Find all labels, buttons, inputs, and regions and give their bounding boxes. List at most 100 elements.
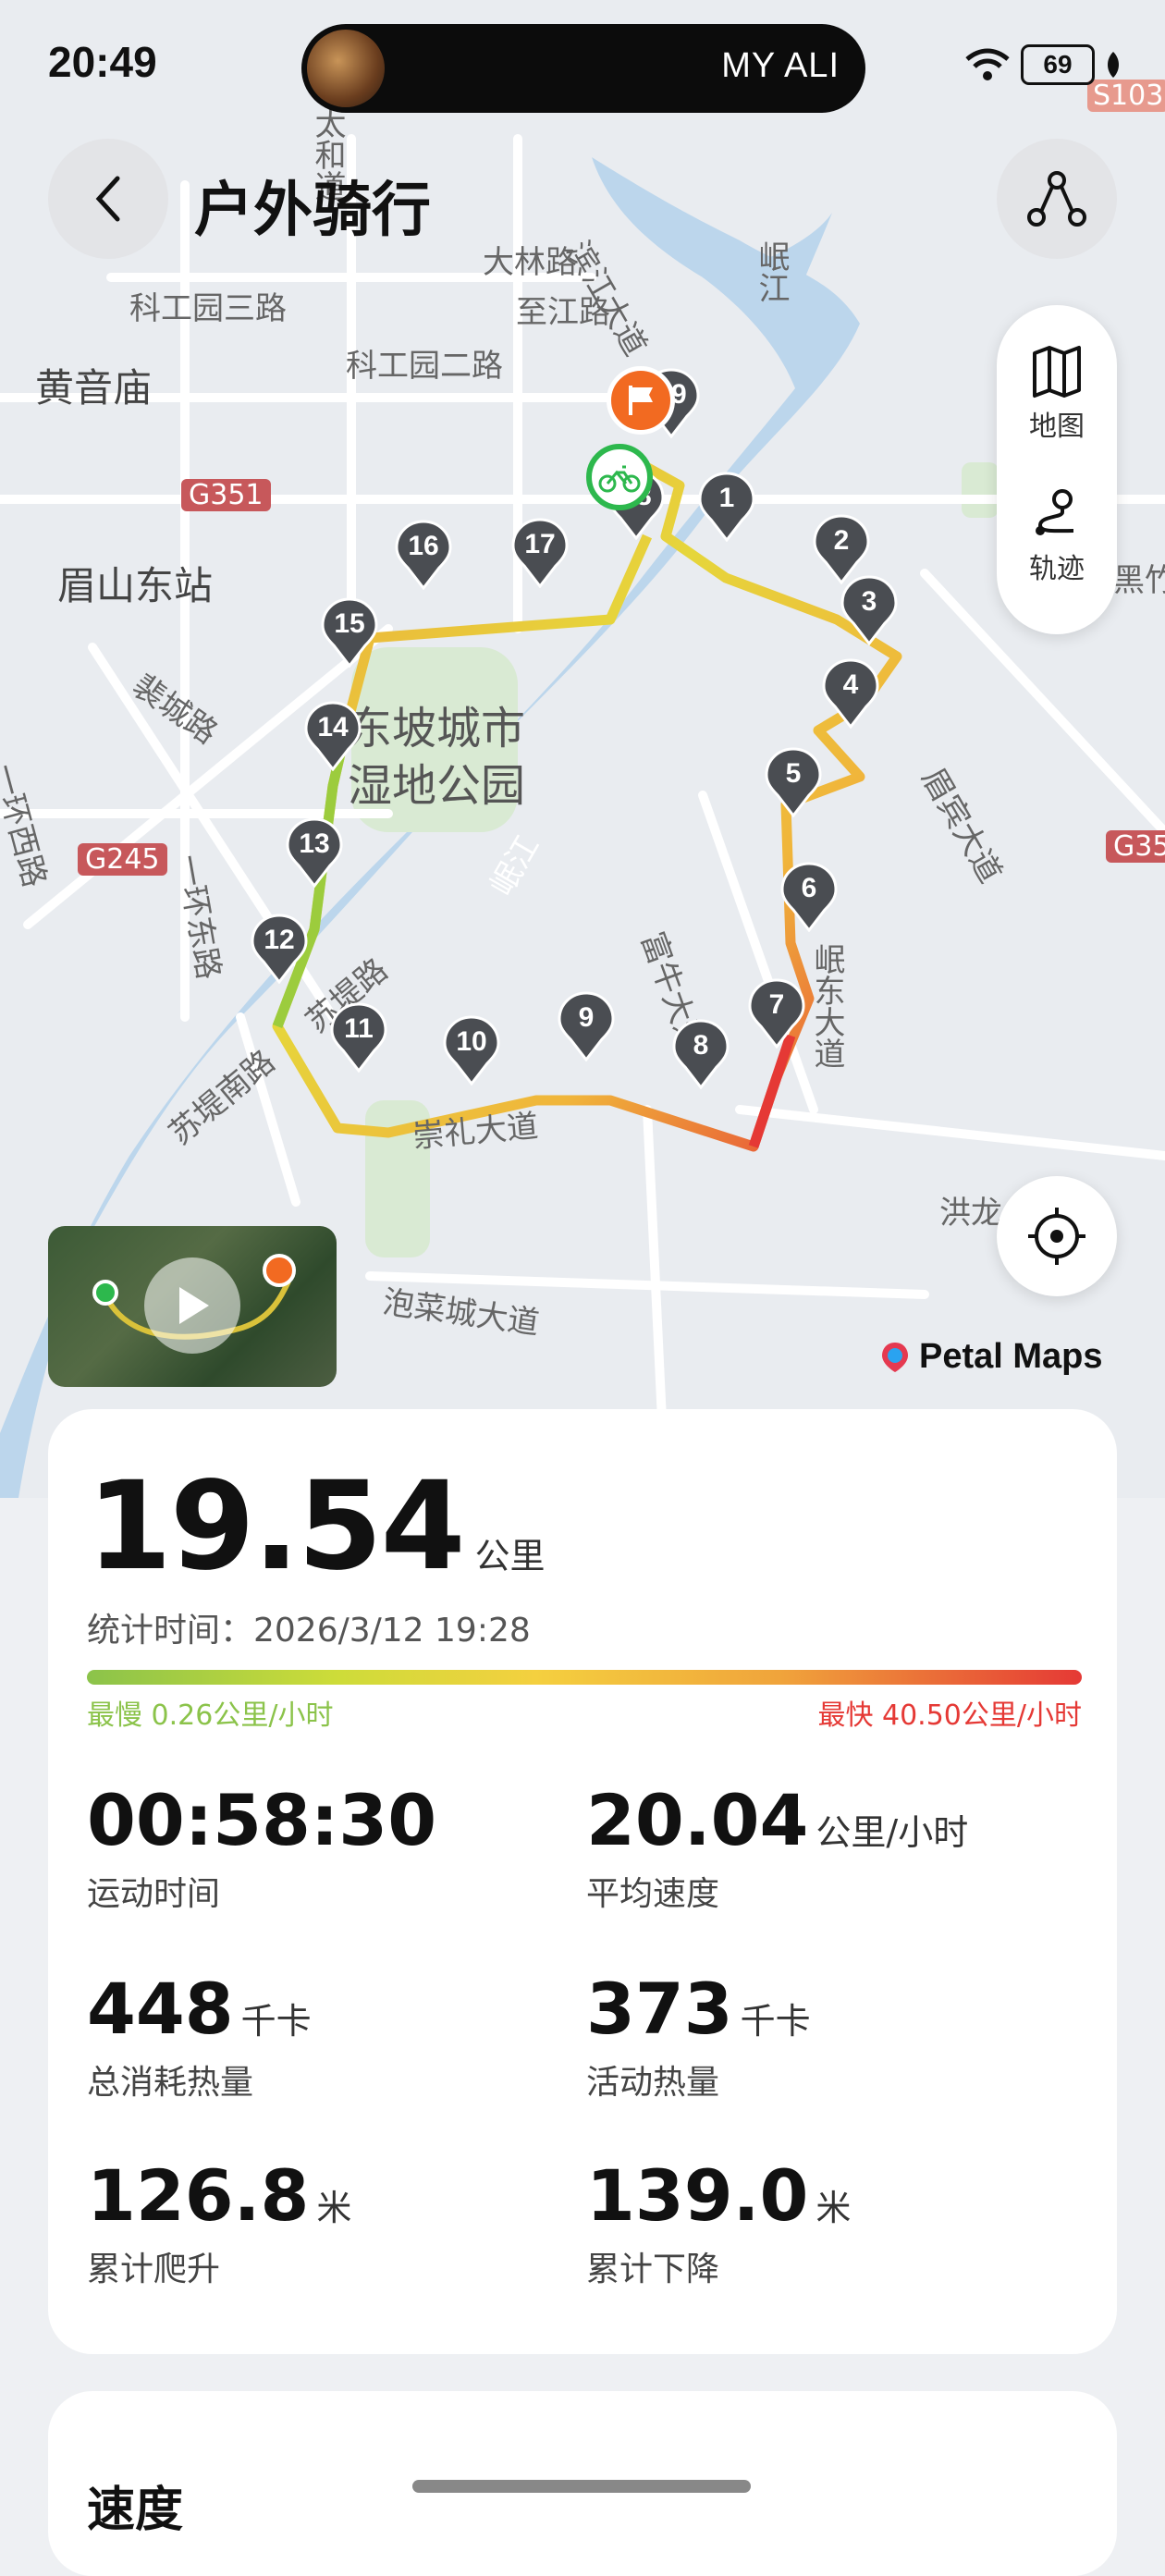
route-marker[interactable]: 5 — [765, 747, 822, 818]
metric-label: 平均速度 — [586, 1875, 720, 1913]
route-marker-number: 11 — [344, 1013, 374, 1044]
map-icon — [1033, 346, 1081, 398]
route-marker[interactable]: 10 — [443, 1015, 500, 1086]
route-marker-number: 16 — [408, 531, 439, 561]
highway-badge: G245 — [78, 843, 167, 876]
route-marker-number: 2 — [833, 525, 850, 556]
map-brand-label: Petal Maps — [919, 1337, 1103, 1376]
metric-label: 活动热量 — [586, 2064, 720, 2102]
route-marker-number: 7 — [768, 989, 785, 1020]
route-share-button[interactable] — [997, 139, 1117, 259]
battery-indicator: 69 — [1021, 44, 1095, 85]
locate-button[interactable] — [997, 1176, 1117, 1296]
route-marker[interactable]: 11 — [330, 1002, 387, 1073]
map-brand: Petal Maps — [878, 1337, 1103, 1377]
map-label: 科工园三路 — [129, 290, 287, 327]
metric-unit: 千卡 — [240, 2001, 312, 2042]
wifi-icon — [965, 48, 1010, 80]
metric-unit: 公里/小时 — [816, 1812, 969, 1853]
metric-unit: 米 — [816, 2188, 852, 2228]
route-marker[interactable]: 4 — [822, 658, 879, 730]
route-marker-number: 1 — [718, 483, 735, 513]
flag-icon — [629, 386, 653, 415]
route-marker-number: 9 — [578, 1002, 595, 1033]
map-label: 湿地公园 — [348, 760, 526, 812]
page-title: 户外骑行 — [194, 177, 431, 245]
metric-unit: 千卡 — [740, 2001, 811, 2042]
speed-gradient-bar — [87, 1670, 1082, 1685]
media-island[interactable]: MY ALI — [301, 24, 865, 113]
metric-value: 373 — [586, 1968, 733, 2050]
route-segment-fast — [748, 1034, 796, 1148]
route-marker[interactable]: 12 — [251, 914, 308, 985]
status-icons: 69 — [963, 44, 1122, 85]
route-map[interactable]: 大林路 科工园三路 至江路 科工园二路 黄音庙 G351 眉山东站 裴城路 东坡… — [0, 0, 1165, 1498]
metric-duration: 00:58:30 运动时间 — [87, 1779, 444, 1915]
layer-panel: 地图 轨迹 — [997, 305, 1117, 634]
route-marker[interactable]: 1 — [698, 472, 755, 543]
metric-value: 126.8 — [87, 2154, 310, 2237]
metric-label: 总消耗热量 — [87, 2064, 254, 2102]
route-marker[interactable]: 2 — [813, 514, 870, 585]
home-indicator[interactable] — [412, 2480, 751, 2493]
route-marker[interactable]: 8 — [672, 1019, 730, 1090]
route-marker-number: 10 — [456, 1026, 487, 1057]
route-marker[interactable]: 3 — [840, 575, 898, 646]
track-layer-button[interactable]: 轨迹 — [997, 486, 1117, 586]
route-marker-number: 14 — [317, 712, 349, 742]
track-layer-label: 轨迹 — [1029, 553, 1085, 585]
map-layer-button[interactable]: 地图 — [997, 344, 1117, 444]
map-label: 眉山东站 — [57, 563, 214, 608]
play-icon — [179, 1287, 209, 1324]
album-art — [307, 30, 385, 107]
status-bar: 20:49 MY ALI 69 — [0, 0, 1165, 129]
map-label: 黄音庙 — [35, 365, 153, 411]
back-button[interactable] — [48, 139, 168, 259]
fastest-speed: 最快 40.50公里/小时 — [817, 1699, 1082, 1732]
highway-badge: G351 — [181, 479, 271, 511]
summary-card: 19.54 公里 统计时间：2026/3/12 19:28 最慢 0.26公里/… — [48, 1409, 1117, 2354]
route-marker-number: 8 — [693, 1030, 709, 1061]
metric-value: 448 — [87, 1968, 234, 2050]
metric-value: 00:58:30 — [87, 1779, 437, 1861]
route-marker[interactable]: 6 — [780, 862, 838, 933]
route-marker-number: 4 — [842, 669, 859, 700]
route-marker[interactable]: 9 — [558, 991, 615, 1062]
park — [962, 462, 999, 518]
route-marker[interactable]: 7 — [748, 978, 805, 1049]
map-label: 岷江 — [753, 240, 790, 303]
route-marker-number: 12 — [264, 925, 295, 955]
route-marker-number: 13 — [299, 828, 330, 859]
metric-label: 累计下降 — [586, 2251, 720, 2288]
play-button[interactable] — [144, 1257, 240, 1354]
route-icon — [1027, 171, 1086, 227]
slowest-speed: 最慢 0.26公里/小时 — [87, 1699, 334, 1732]
metric-label: 累计爬升 — [87, 2251, 221, 2288]
metric-avg-speed: 20.04 公里/小时 平均速度 — [586, 1779, 968, 1915]
metric-value: 139.0 — [586, 2154, 809, 2237]
route-marker[interactable]: 15 — [321, 597, 378, 669]
route-marker[interactable]: 14 — [304, 701, 362, 772]
map-label: 岷东大道 — [808, 943, 845, 1069]
metric-unit: 米 — [316, 2188, 352, 2228]
map-label: 东坡城市 — [348, 703, 526, 754]
bicycle-icon — [598, 465, 641, 493]
start-marker[interactable] — [586, 444, 653, 510]
media-title: MY ALI — [721, 46, 840, 85]
route-marker-number: 6 — [801, 873, 817, 903]
route-marker-number: 5 — [785, 758, 802, 789]
metric-descent: 139.0 米 累计下降 — [586, 2154, 851, 2290]
back-arrow-icon — [95, 176, 120, 222]
route-marker[interactable]: 13 — [286, 817, 343, 889]
distance-block: 19.54 公里 — [87, 1455, 546, 1598]
route-marker-number: 3 — [861, 586, 877, 617]
end-marker[interactable] — [607, 366, 675, 435]
highway-badge: G35 — [1106, 830, 1165, 863]
status-time: 20:49 — [48, 38, 157, 86]
route-marker-number: 17 — [524, 529, 556, 559]
distance-value: 19.54 — [87, 1455, 466, 1598]
track-replay-thumbnail[interactable] — [48, 1226, 337, 1387]
petal-maps-icon — [882, 1342, 908, 1372]
route-marker[interactable]: 16 — [395, 520, 452, 591]
route-marker[interactable]: 17 — [511, 518, 569, 589]
